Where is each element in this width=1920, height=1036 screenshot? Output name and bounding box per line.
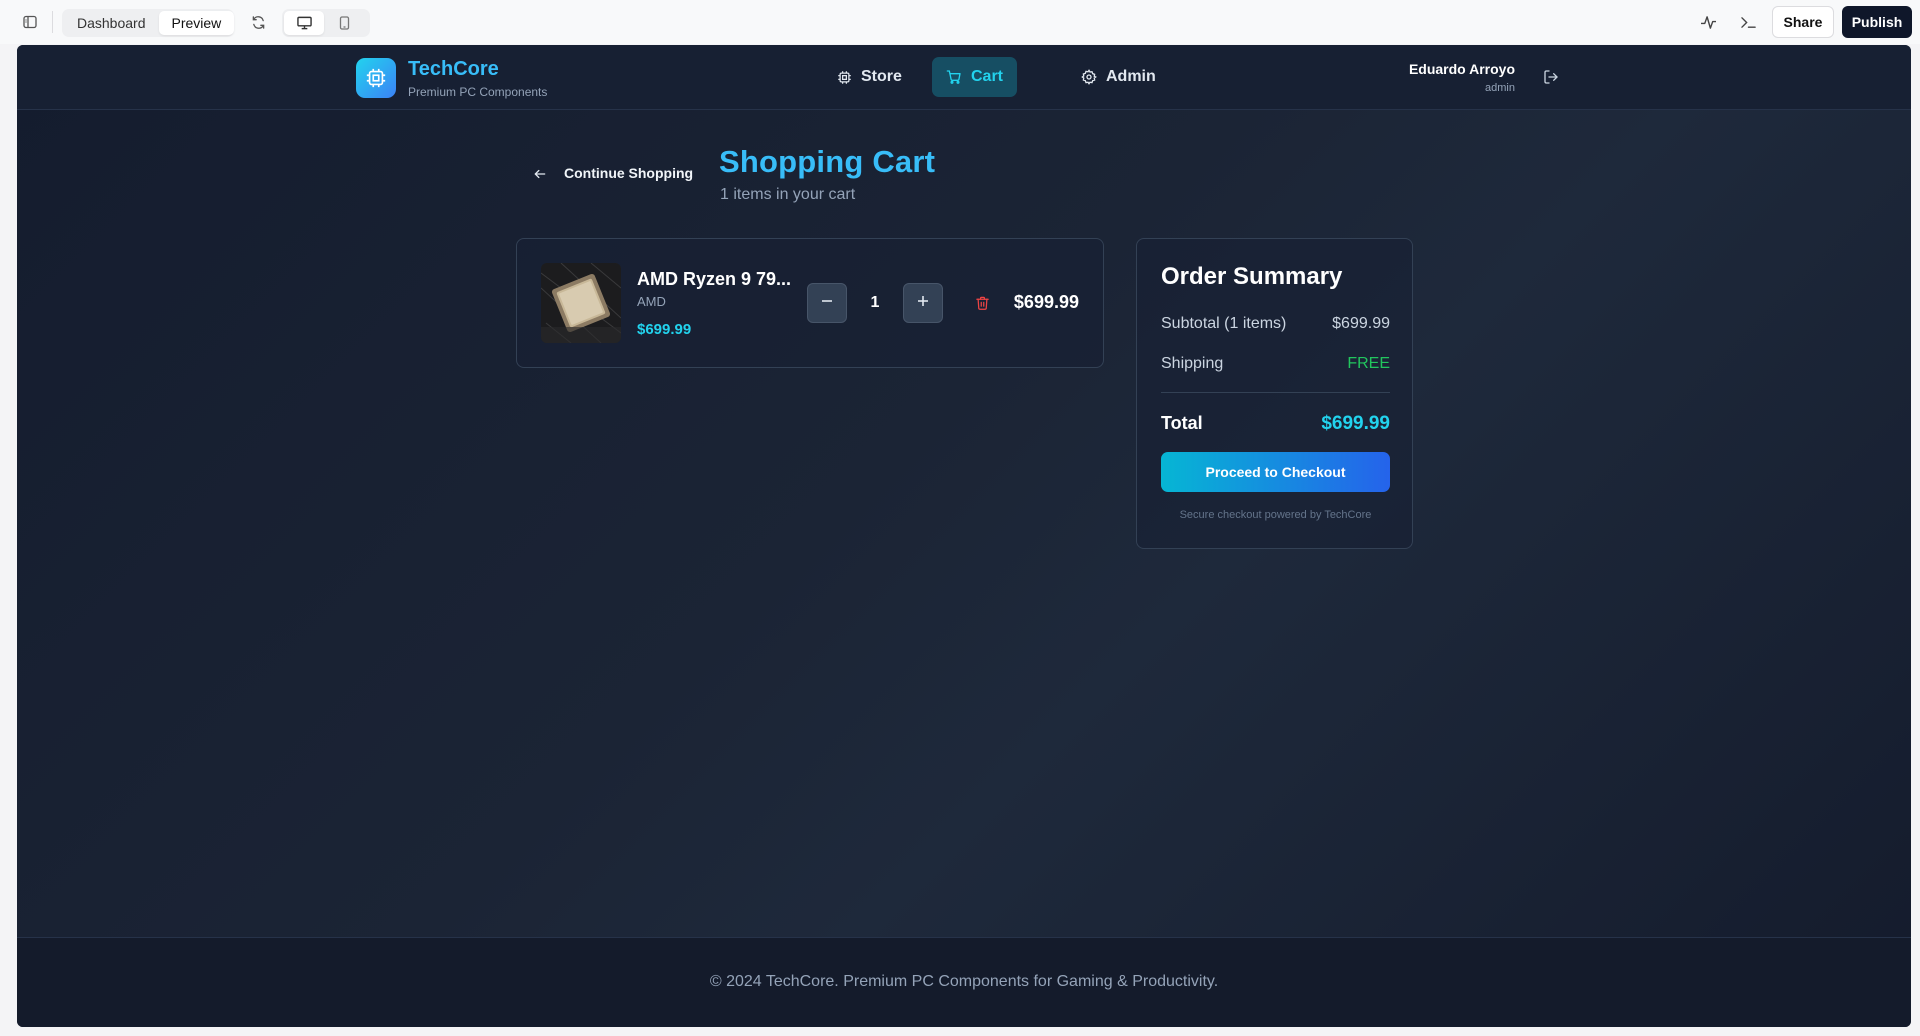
continue-shopping-link[interactable]: Continue Shopping — [564, 165, 693, 181]
nav-store[interactable]: Store — [822, 57, 916, 97]
user-name: Eduardo Arroyo — [1408, 61, 1515, 77]
nav-store-label: Store — [861, 68, 902, 85]
toolbar-divider — [52, 11, 53, 33]
logout-icon[interactable] — [1541, 67, 1561, 87]
product-brand: AMD — [637, 294, 666, 309]
total-label: Total — [1161, 413, 1203, 433]
activity-icon[interactable] — [1698, 12, 1718, 32]
order-summary: Order Summary Subtotal (1 items) $699.99… — [1136, 238, 1413, 549]
publish-button[interactable]: Publish — [1842, 6, 1912, 38]
arrow-left-icon[interactable] — [531, 165, 549, 183]
brand-tagline: Premium PC Components — [408, 85, 548, 99]
quantity-value: 1 — [870, 294, 880, 311]
plus-icon — [917, 294, 929, 312]
sidebar-toggle-icon[interactable] — [20, 12, 40, 32]
device-switch — [282, 9, 370, 37]
tab-preview[interactable]: Preview — [158, 11, 235, 35]
line-total: $699.99 — [1013, 292, 1079, 312]
tab-dashboard[interactable]: Dashboard — [64, 11, 159, 35]
subtotal-label: Subtotal (1 items) — [1161, 315, 1287, 332]
shipping-value: FREE — [1347, 355, 1390, 372]
shipping-row: Shipping FREE — [1161, 355, 1390, 373]
product-unit-price: $699.99 — [637, 321, 692, 338]
cpu-icon — [836, 69, 852, 85]
app-header: TechCore Premium PC Components Store Car… — [17, 45, 1911, 110]
cart-item-count: 1 items in your cart — [720, 186, 856, 203]
share-button[interactable]: Share — [1772, 6, 1834, 38]
product-name[interactable]: AMD Ryzen 9 79... — [637, 269, 791, 290]
page-title: Shopping Cart — [719, 144, 936, 179]
product-image[interactable] — [541, 263, 621, 343]
desktop-icon[interactable] — [284, 11, 324, 35]
view-mode-switch: Dashboard Preview — [62, 9, 235, 37]
mobile-icon[interactable] — [324, 11, 364, 35]
footer-copyright: © 2024 TechCore. Premium PC Components f… — [709, 973, 1219, 990]
cpu-logo-icon[interactable] — [356, 58, 396, 98]
cart-icon — [946, 69, 962, 85]
user-role: admin — [1485, 82, 1515, 94]
minus-icon — [821, 294, 833, 312]
shipping-label: Shipping — [1161, 355, 1224, 372]
nav-admin-label: Admin — [1106, 68, 1156, 85]
preview-frame: TechCore Premium PC Components Store Car… — [17, 45, 1911, 1027]
nav-admin[interactable]: Admin — [1067, 57, 1170, 97]
increase-quantity-button[interactable] — [903, 283, 943, 323]
gear-icon — [1081, 69, 1097, 85]
app-footer: © 2024 TechCore. Premium PC Components f… — [17, 937, 1911, 1027]
brand-name[interactable]: TechCore — [408, 58, 499, 81]
terminal-icon[interactable] — [1738, 12, 1758, 32]
decrease-quantity-button[interactable] — [807, 283, 847, 323]
subtotal-row: Subtotal (1 items) $699.99 — [1161, 315, 1390, 333]
subtotal-value: $699.99 — [1332, 315, 1390, 332]
summary-title: Order Summary — [1161, 263, 1343, 290]
summary-divider — [1161, 392, 1390, 393]
secure-checkout-note: Secure checkout powered by TechCore — [1179, 509, 1372, 521]
trash-icon[interactable] — [972, 293, 992, 313]
refresh-icon[interactable] — [248, 12, 268, 32]
nav-cart-label: Cart — [971, 68, 1004, 85]
checkout-button[interactable]: Proceed to Checkout — [1161, 452, 1390, 492]
total-value: $699.99 — [1321, 413, 1390, 434]
total-row: Total $699.99 — [1161, 413, 1390, 435]
nav-cart[interactable]: Cart — [932, 57, 1018, 97]
cart-item: AMD Ryzen 9 79... AMD $699.99 1 $699.99 — [516, 238, 1104, 368]
editor-toolbar: Dashboard Preview Share Publish — [0, 0, 1920, 44]
